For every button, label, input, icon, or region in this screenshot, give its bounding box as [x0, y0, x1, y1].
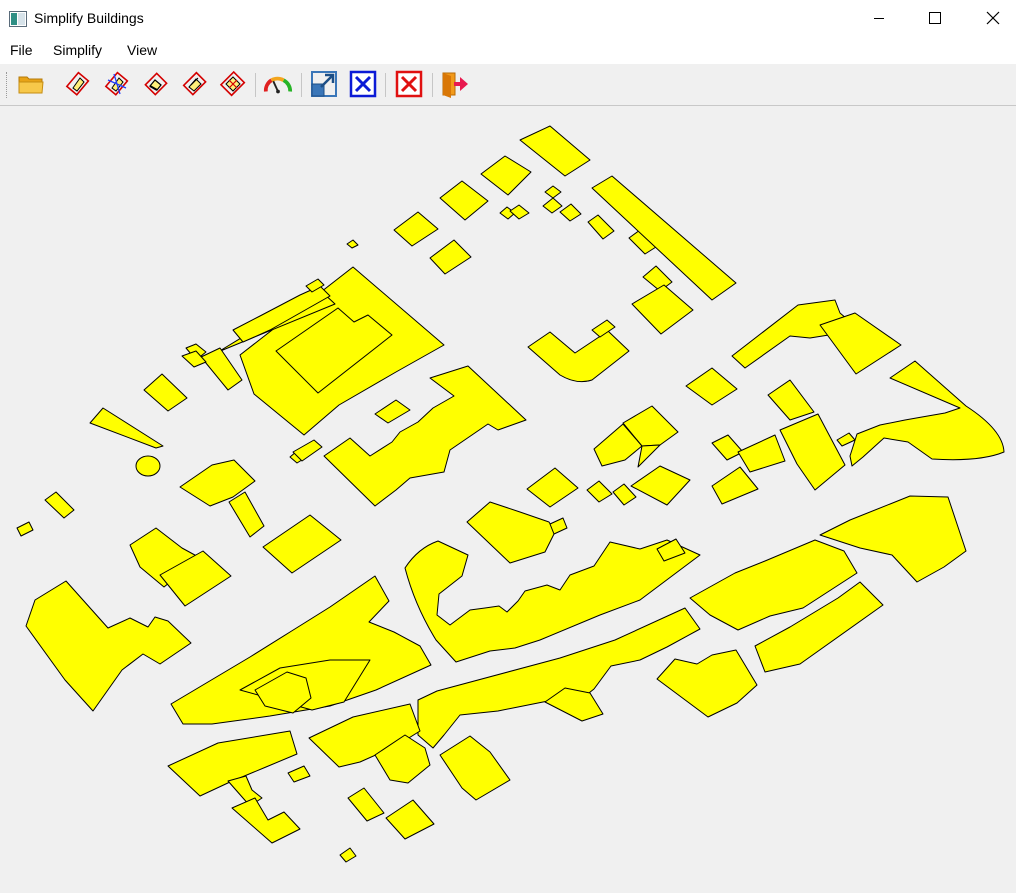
menu-bar: File Simplify View: [0, 36, 1016, 64]
simplify-mbr-button[interactable]: [63, 69, 93, 99]
simplify-wall-weighted-icon: [182, 71, 207, 96]
minimize-icon: [874, 18, 884, 19]
simplify-wall-average-button[interactable]: [102, 69, 132, 99]
building[interactable]: [135, 455, 161, 477]
simplify-wall-weighted-button[interactable]: [180, 69, 210, 99]
simplify-pca-icon: [219, 70, 246, 97]
clear-all-icon: [395, 70, 423, 98]
simplify-longest-edge-icon: [144, 72, 168, 96]
canvas-background: [0, 106, 1016, 893]
close-window-button[interactable]: [964, 0, 1016, 36]
evaluate-button[interactable]: [263, 69, 293, 99]
clear-all-button[interactable]: [394, 69, 424, 99]
app-window-icon: [9, 11, 27, 27]
menu-simplify[interactable]: Simplify: [53, 42, 102, 58]
export-results-icon: [311, 71, 337, 97]
menu-file[interactable]: File: [10, 42, 33, 58]
simplify-wall-average-icon: [104, 71, 129, 96]
open-folder-icon: [18, 76, 44, 94]
evaluate-gauge-icon: [263, 76, 293, 94]
toolbar-separator: [432, 73, 433, 97]
close-icon: [986, 11, 1000, 25]
simplify-mbr-icon: [65, 71, 90, 96]
exit-icon: [442, 72, 468, 98]
title-bar: Simplify Buildings: [0, 0, 1016, 36]
open-button[interactable]: [16, 69, 46, 99]
maximize-button[interactable]: [906, 0, 964, 36]
clear-results-button[interactable]: [348, 69, 378, 99]
minimize-button[interactable]: [850, 0, 908, 36]
simplify-longest-edge-button[interactable]: [141, 69, 171, 99]
simplify-pca-button[interactable]: [218, 69, 248, 99]
toolbar-separator: [385, 73, 386, 97]
menu-view[interactable]: View: [127, 42, 157, 58]
toolbar: [0, 64, 1016, 106]
map-canvas[interactable]: [0, 106, 1016, 893]
clear-results-icon: [349, 70, 377, 98]
export-results-button[interactable]: [309, 69, 339, 99]
maximize-icon: [929, 12, 941, 24]
toolbar-grip[interactable]: [6, 72, 9, 98]
toolbar-separator: [301, 73, 302, 97]
exit-button[interactable]: [440, 69, 470, 99]
window-title: Simplify Buildings: [34, 10, 144, 26]
toolbar-separator: [255, 73, 256, 97]
